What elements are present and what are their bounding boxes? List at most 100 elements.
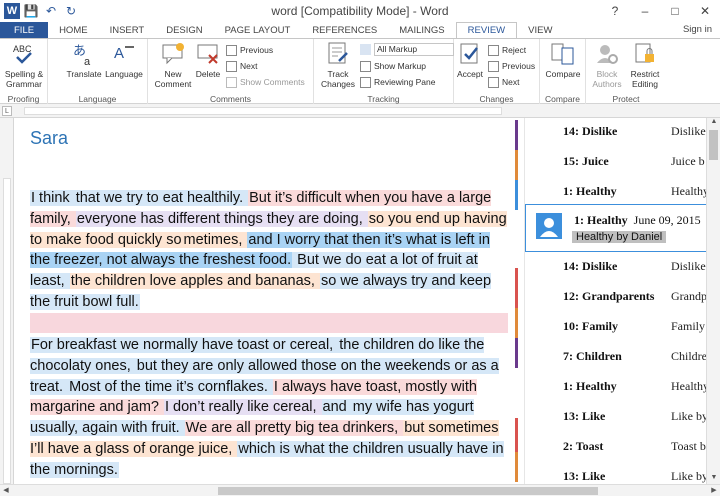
comment-title: 14: Dislike — [563, 124, 618, 138]
horizontal-scrollbar[interactable]: ◀ ▶ — [0, 484, 720, 496]
language-button[interactable]: A Language — [104, 41, 144, 79]
comment-title: 13: Like — [563, 409, 606, 423]
comment-title: 10: Family — [563, 319, 618, 333]
language-label: Language — [105, 69, 143, 79]
horizontal-ruler[interactable]: L — [0, 104, 720, 118]
tab-file[interactable]: FILE — [0, 22, 49, 38]
language-group-label: Language — [78, 94, 117, 104]
scroll-up-icon[interactable]: ▲ — [707, 118, 720, 128]
markup-dropdown[interactable]: All Markup — [360, 42, 454, 56]
tab-references[interactable]: REFERENCES — [301, 22, 388, 38]
comment-anchor-text[interactable]: that we try to eat healthily. — [74, 190, 249, 206]
comment-balloon[interactable]: 7: Children Children — [525, 349, 706, 369]
comment-balloon[interactable]: 14: Dislike Dislike — [525, 259, 706, 279]
document-area[interactable]: Sara I think that we try to eat healthil… — [14, 118, 706, 484]
horizontal-scroll-thumb[interactable] — [218, 487, 598, 495]
comments-group-label: Comments — [209, 94, 252, 104]
sign-in-link[interactable]: Sign in — [683, 24, 712, 35]
comment-balloon[interactable]: 13: Like Like by — [525, 409, 706, 429]
comment-title: 15: Juice — [563, 154, 609, 168]
tab-mailings[interactable]: MAILINGS — [388, 22, 455, 38]
vertical-ruler[interactable] — [0, 118, 14, 484]
comment-anchor-text[interactable]: We are all pretty big tea drinkers, — [184, 420, 404, 437]
show-comments-button[interactable]: Show Comments — [226, 75, 305, 89]
tab-insert[interactable]: INSERT — [99, 22, 156, 38]
comment-anchor-text[interactable]: metimes, — [182, 231, 248, 248]
next-change-button[interactable]: Next — [488, 75, 519, 89]
changes-group-label: Changes — [479, 94, 514, 104]
tab-design[interactable]: DESIGN — [155, 22, 213, 38]
delete-comment-button[interactable]: Delete — [194, 41, 222, 79]
close-button[interactable]: ✕ — [690, 0, 720, 22]
comment-balloon[interactable]: 15: Juice Juice b — [525, 154, 706, 174]
comment-anchor-text[interactable]: I don’t really like cereal, — [164, 399, 322, 416]
previous-change-button[interactable]: Previous — [488, 59, 535, 73]
new-comment-button[interactable]: New Comment — [150, 41, 196, 89]
undo-icon[interactable]: ↶ — [42, 2, 60, 20]
paragraph-2[interactable]: For breakfast we normally have toast or … — [30, 335, 508, 481]
comment-title: 1: Healthy — [563, 184, 617, 198]
ribbon-tabs: FILE HOME INSERT DESIGN PAGE LAYOUT REFE… — [0, 22, 720, 38]
reject-button[interactable]: Reject — [488, 43, 526, 57]
change-bar — [515, 308, 518, 338]
change-bar — [515, 150, 518, 180]
comment-balloon[interactable]: 14: Dislike Dislike — [525, 124, 706, 144]
comment-anchor-text[interactable]: I think — [30, 190, 75, 206]
tab-selector[interactable]: L — [2, 106, 12, 116]
protect-group-label: Protect — [612, 94, 640, 104]
comments-pane: 14: Dislike Dislike 15: Juice Juice b 1: H… — [524, 118, 706, 484]
show-markup-label: Show Markup — [374, 61, 426, 71]
comment-balloon[interactable]: 2: Toast Toast b — [525, 439, 706, 459]
scroll-right-icon[interactable]: ▶ — [708, 485, 720, 496]
next-comment-label: Next — [240, 61, 258, 71]
comment-balloon[interactable]: 1: Healthy Healthy — [525, 379, 706, 399]
comment-balloon[interactable]: 1: Healthy Healthy — [525, 184, 706, 204]
comment-anchor-text[interactable]: the children love apples and bananas, — [69, 273, 320, 290]
comment-anchor-text[interactable]: Most of the time it’s cornflakes. — [68, 378, 273, 395]
compare-button[interactable]: Compare — [542, 41, 584, 79]
block-authors-icon — [597, 45, 618, 64]
comment-anchor-text[interactable]: and — [321, 399, 352, 416]
comment-balloon[interactable]: 13: Like Like by — [525, 469, 706, 484]
accept-button[interactable]: Accept — [454, 41, 486, 79]
show-markup-button[interactable]: Show Markup — [360, 59, 426, 73]
minimize-button[interactable]: – — [630, 0, 660, 22]
spelling-grammar-button[interactable]: ABC Spelling & Grammar — [2, 41, 46, 89]
comment-text: Like by — [671, 469, 706, 483]
compare-group-label: Compare — [545, 94, 580, 104]
scroll-down-icon[interactable]: ▼ — [707, 474, 720, 484]
track-changes-button[interactable]: Track Changes — [316, 41, 360, 89]
translate-button[interactable]: あa Translate — [64, 41, 104, 79]
help-button[interactable]: ? — [600, 0, 630, 22]
track-changes-icon — [328, 42, 348, 64]
comment-balloon[interactable]: 12: Grandparents Grandpa — [525, 289, 706, 309]
comment-balloon[interactable]: 10: Family Family — [525, 319, 706, 339]
accept-label: Accept — [457, 69, 483, 79]
vertical-scroll-thumb[interactable] — [709, 130, 718, 160]
reviewing-pane-button[interactable]: Reviewing Pane — [360, 75, 435, 89]
active-comment-card[interactable]: 1: Healthy June 09, 2015 Healthy by Dani… — [525, 204, 706, 252]
compare-icon — [551, 43, 574, 65]
active-comment-body[interactable]: Healthy by Daniel — [572, 231, 667, 243]
comment-anchor-text[interactable]: For breakfast we normally have toast or … — [30, 337, 339, 353]
tab-page-layout[interactable]: PAGE LAYOUT — [214, 22, 302, 38]
tab-review[interactable]: REVIEW — [455, 22, 518, 38]
block-authors-button[interactable]: Block Authors — [588, 41, 626, 89]
redo-icon[interactable]: ↻ — [62, 2, 80, 20]
restrict-editing-button[interactable]: Restrict Editing — [626, 41, 664, 89]
maximize-button[interactable]: □ — [660, 0, 690, 22]
paragraph-1[interactable]: I think that we try to eat healthily. Bu… — [30, 188, 508, 313]
next-comment-button[interactable]: Next — [226, 59, 257, 73]
tab-view[interactable]: VIEW — [517, 22, 563, 38]
previous-comment-button[interactable]: Previous — [226, 43, 273, 57]
vertical-ruler-track — [3, 178, 11, 484]
scroll-left-icon[interactable]: ◀ — [0, 485, 12, 496]
active-comment-title: 1: Healthy — [574, 213, 628, 227]
proofing-group: ABC Spelling & Grammar Proofing — [0, 39, 48, 105]
comment-anchor-text[interactable]: everyone has different things they are d… — [75, 210, 368, 227]
comment-text: Dislike — [671, 124, 706, 138]
save-icon[interactable]: 💾 — [22, 2, 40, 20]
comment-text: Healthy — [671, 379, 706, 393]
vertical-scrollbar[interactable]: ▲ ▼ — [706, 118, 720, 484]
tab-home[interactable]: HOME — [48, 22, 99, 38]
